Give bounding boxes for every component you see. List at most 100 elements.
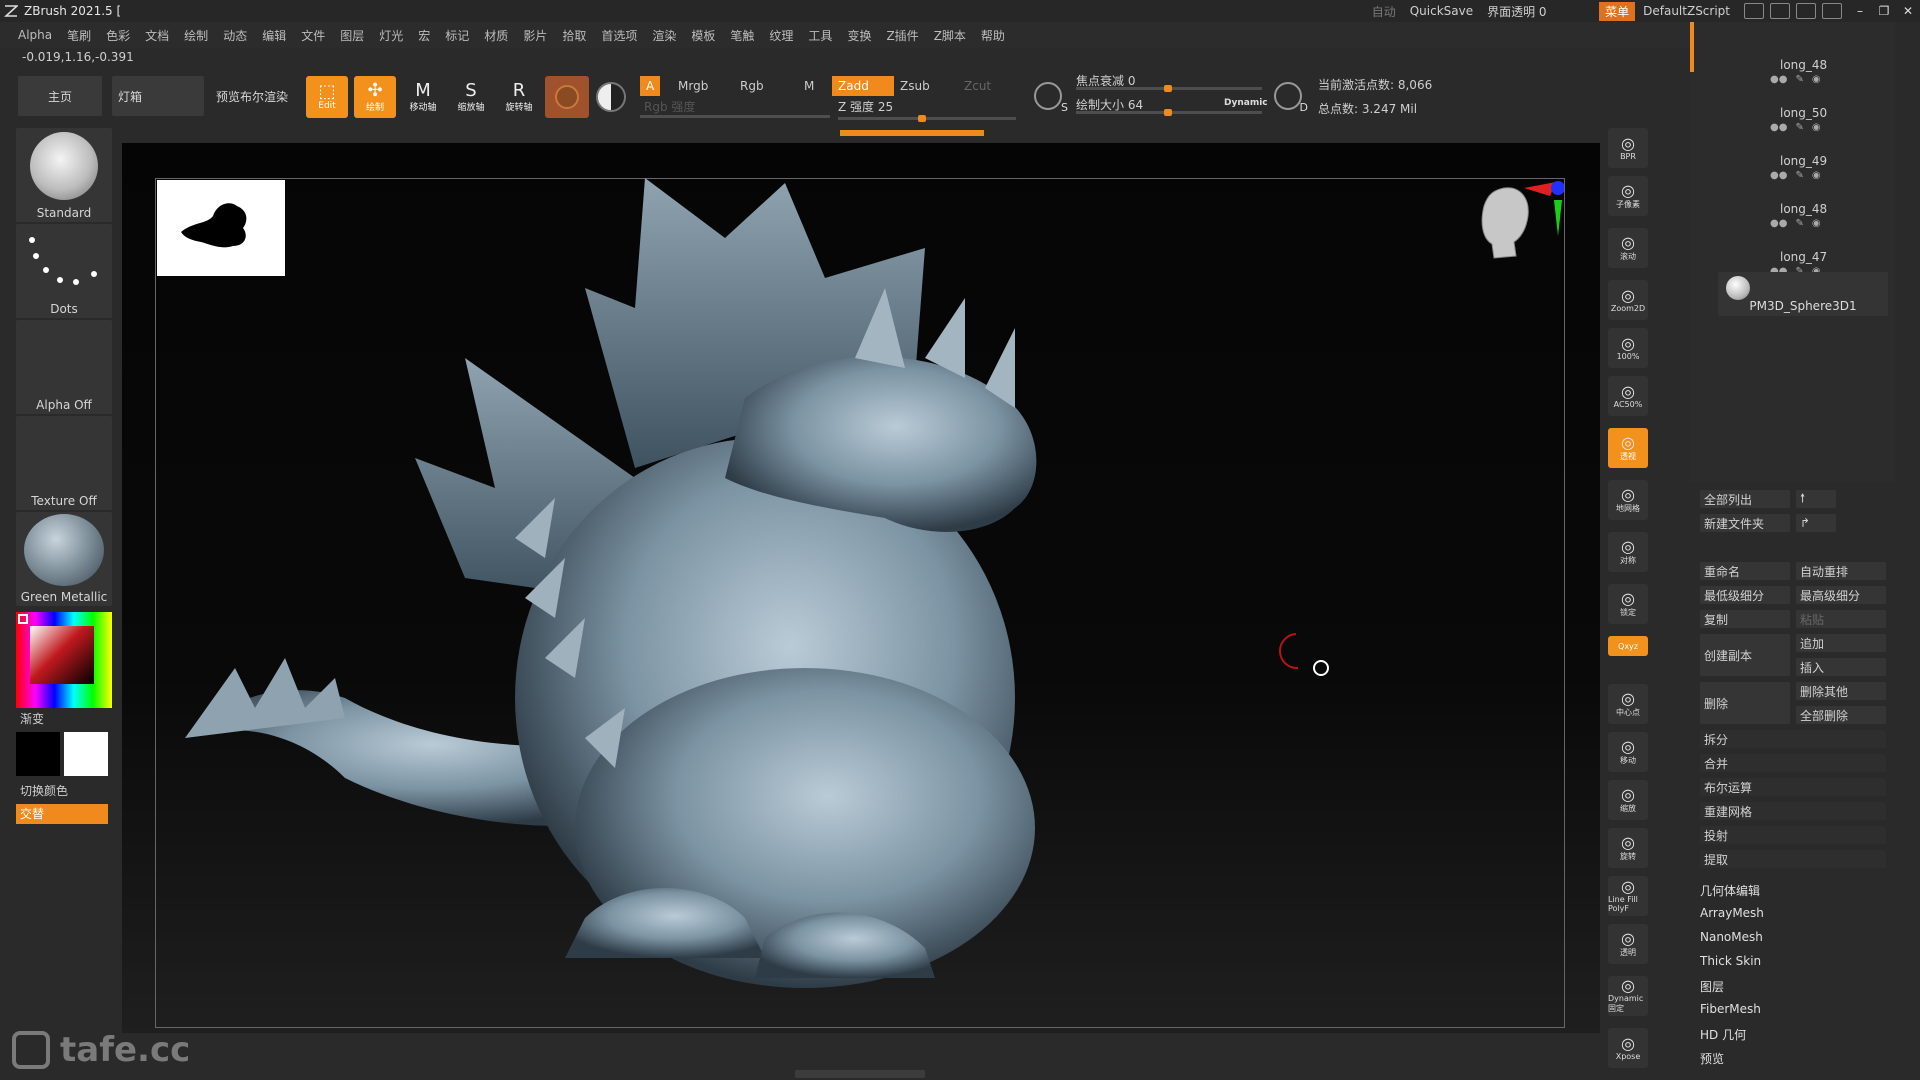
menu-item[interactable]: Alpha	[18, 28, 52, 42]
view-gizmo[interactable]	[1454, 178, 1564, 302]
highest-subdiv-button[interactable]: 最高级细分	[1796, 586, 1886, 604]
xyz-button[interactable]: Qxyz	[1608, 636, 1648, 656]
subtool-row[interactable]: long_48 ●● ✎ ◉	[1690, 44, 1890, 85]
default-zscript-button[interactable]: DefaultZScript	[1643, 4, 1730, 18]
linefill-button[interactable]: ◎ Line Fill PolyF	[1608, 876, 1648, 916]
menu-item[interactable]: 渲染	[652, 27, 676, 44]
new-folder-button[interactable]: 新建文件夹	[1700, 514, 1790, 532]
auto-reorder-button[interactable]: 自动重排	[1796, 562, 1886, 580]
lowest-subdiv-button[interactable]: 最低级细分	[1700, 586, 1790, 604]
restore-icon[interactable]: ❐	[1872, 4, 1896, 18]
menu-item[interactable]: 首选项	[601, 27, 637, 44]
scale-gizmo-button[interactable]: S 缩放轴	[450, 76, 492, 118]
move-gizmo-button[interactable]: M 移动轴	[402, 76, 444, 118]
palette-icon[interactable]	[1770, 3, 1790, 19]
remesh-section[interactable]: 重建网格	[1700, 802, 1886, 820]
menu-item[interactable]: 宏	[418, 27, 430, 44]
ui-icon[interactable]	[1796, 3, 1816, 19]
visibility-icon[interactable]: ●●	[1770, 170, 1787, 181]
visibility-icon[interactable]: ●●	[1770, 122, 1787, 133]
insert-button[interactable]: 插入	[1796, 658, 1886, 676]
menu-item[interactable]: 灯光	[379, 27, 403, 44]
m-button[interactable]: M	[798, 76, 820, 96]
menu-item[interactable]: 模板	[691, 27, 715, 44]
append-button[interactable]: 追加	[1796, 634, 1886, 652]
split-section[interactable]: 拆分	[1700, 730, 1886, 748]
menu-item[interactable]: 变换	[847, 27, 871, 44]
focal-shift-icon[interactable]: S	[1034, 82, 1068, 114]
dynamic-toggle[interactable]: Dynamic	[1224, 98, 1268, 108]
menu-item[interactable]: 帮助	[981, 27, 1005, 44]
delete-button[interactable]: 删除	[1700, 682, 1790, 724]
draw-size-dynamic-icon[interactable]: D	[1274, 82, 1308, 114]
move-button[interactable]: ◎ 移动	[1608, 732, 1648, 772]
subpixel-button[interactable]: ◎ 子像素	[1608, 176, 1648, 216]
alternate-button[interactable]: 交替	[16, 804, 108, 824]
boolean-section[interactable]: 布尔运算	[1700, 778, 1886, 796]
switch-color-button[interactable]: 切换颜色	[20, 782, 68, 799]
gradient-label[interactable]: 渐变	[20, 710, 44, 727]
brush-icon[interactable]: ✎	[1795, 218, 1803, 229]
menu-item[interactable]: 笔触	[730, 27, 754, 44]
move-folder-icon[interactable]: ↱	[1796, 514, 1836, 532]
eye-icon[interactable]: ◉	[1812, 74, 1821, 85]
subtool-row[interactable]: long_50 ●● ✎ ◉	[1690, 92, 1890, 133]
menu-item[interactable]: 纹理	[769, 27, 793, 44]
menu-item[interactable]: 文档	[145, 27, 169, 44]
list-all-button[interactable]: 全部列出	[1700, 490, 1790, 508]
alpha-selector[interactable]: Alpha Off	[16, 320, 112, 414]
menu-item[interactable]: 笔刷	[67, 27, 91, 44]
floor-button[interactable]: ◎ 地网格	[1608, 480, 1648, 520]
rgb-intensity-slider[interactable]: Rgb 强度	[640, 98, 830, 118]
menu-item[interactable]: 文件	[301, 27, 325, 44]
zcut-button[interactable]: Zcut	[958, 76, 997, 96]
subpalette-item[interactable]: 预览	[1700, 1050, 1724, 1067]
minimize-icon[interactable]: –	[1848, 4, 1872, 18]
color-mode-icon[interactable]	[596, 82, 626, 112]
subtool-toggles[interactable]: ●● ✎ ◉	[1770, 218, 1821, 229]
layout-icon[interactable]	[1744, 3, 1764, 19]
delete-all-button[interactable]: 全部删除	[1796, 706, 1886, 724]
tab-bpr-preview[interactable]: 预览布尔渲染	[210, 76, 294, 116]
menu-item[interactable]: 图层	[340, 27, 364, 44]
rotate-gizmo-button[interactable]: R 旋转轴	[498, 76, 540, 118]
brush-icon[interactable]: ✎	[1795, 74, 1803, 85]
subtool-row[interactable]: long_48 ●● ✎ ◉	[1690, 188, 1890, 229]
close-icon[interactable]: ✕	[1896, 4, 1920, 18]
menu-item[interactable]: 动态	[223, 27, 247, 44]
menu-item[interactable]: Z插件	[886, 27, 918, 44]
subtool-row[interactable]: long_49 ●● ✎ ◉	[1690, 140, 1890, 181]
subpalette-item[interactable]: 图层	[1700, 978, 1724, 995]
visibility-icon[interactable]: ●●	[1770, 218, 1787, 229]
primary-color-swatch[interactable]	[16, 732, 60, 776]
brush-selector[interactable]: Standard	[16, 128, 112, 222]
brush-icon[interactable]: ✎	[1795, 122, 1803, 133]
edit-button[interactable]: ⬚ Edit	[306, 76, 348, 118]
a-button[interactable]: A	[640, 76, 661, 96]
local-button[interactable]: ◎ 对称	[1608, 532, 1648, 572]
menu-button[interactable]: 菜单	[1599, 1, 1636, 21]
frame-button[interactable]: ◎ 中心点	[1608, 684, 1648, 724]
stroke-selector[interactable]: Dots	[16, 224, 112, 318]
subtool-toggles[interactable]: ●● ✎ ◉	[1770, 122, 1821, 133]
secondary-color-swatch[interactable]	[64, 732, 108, 776]
zoom100-button[interactable]: ◎ 100%	[1608, 328, 1648, 368]
zoomac50-button[interactable]: ◎ AC50%	[1608, 376, 1648, 416]
mrgb-button[interactable]: Mrgb	[672, 76, 714, 96]
eye-icon[interactable]: ◉	[1812, 170, 1821, 181]
z-intensity-slider[interactable]: Z 强度 25	[838, 98, 1016, 122]
ghost-button[interactable]: ◎ Dynamic 固定	[1608, 976, 1648, 1016]
material-selector[interactable]: Green Metallic	[16, 512, 112, 606]
tab-home[interactable]: 主页	[18, 76, 102, 116]
rgb-button[interactable]: Rgb	[734, 76, 770, 96]
eye-icon[interactable]: ◉	[1812, 218, 1821, 229]
menu-item[interactable]: 影片	[523, 27, 547, 44]
active-subtool[interactable]: PM3D_Sphere3D1	[1718, 272, 1888, 316]
subpalette-item[interactable]: HD 几何	[1700, 1026, 1746, 1043]
subpalette-item[interactable]: Thick Skin	[1700, 954, 1761, 968]
subtool-row[interactable]: long_47●●✎◉	[1690, 236, 1890, 277]
transp-button[interactable]: ◎ 透明	[1608, 924, 1648, 964]
bottom-shelf-handle[interactable]	[795, 1070, 925, 1078]
subpalette-item[interactable]: NanoMesh	[1700, 930, 1763, 944]
project-section[interactable]: 投射	[1700, 826, 1886, 844]
